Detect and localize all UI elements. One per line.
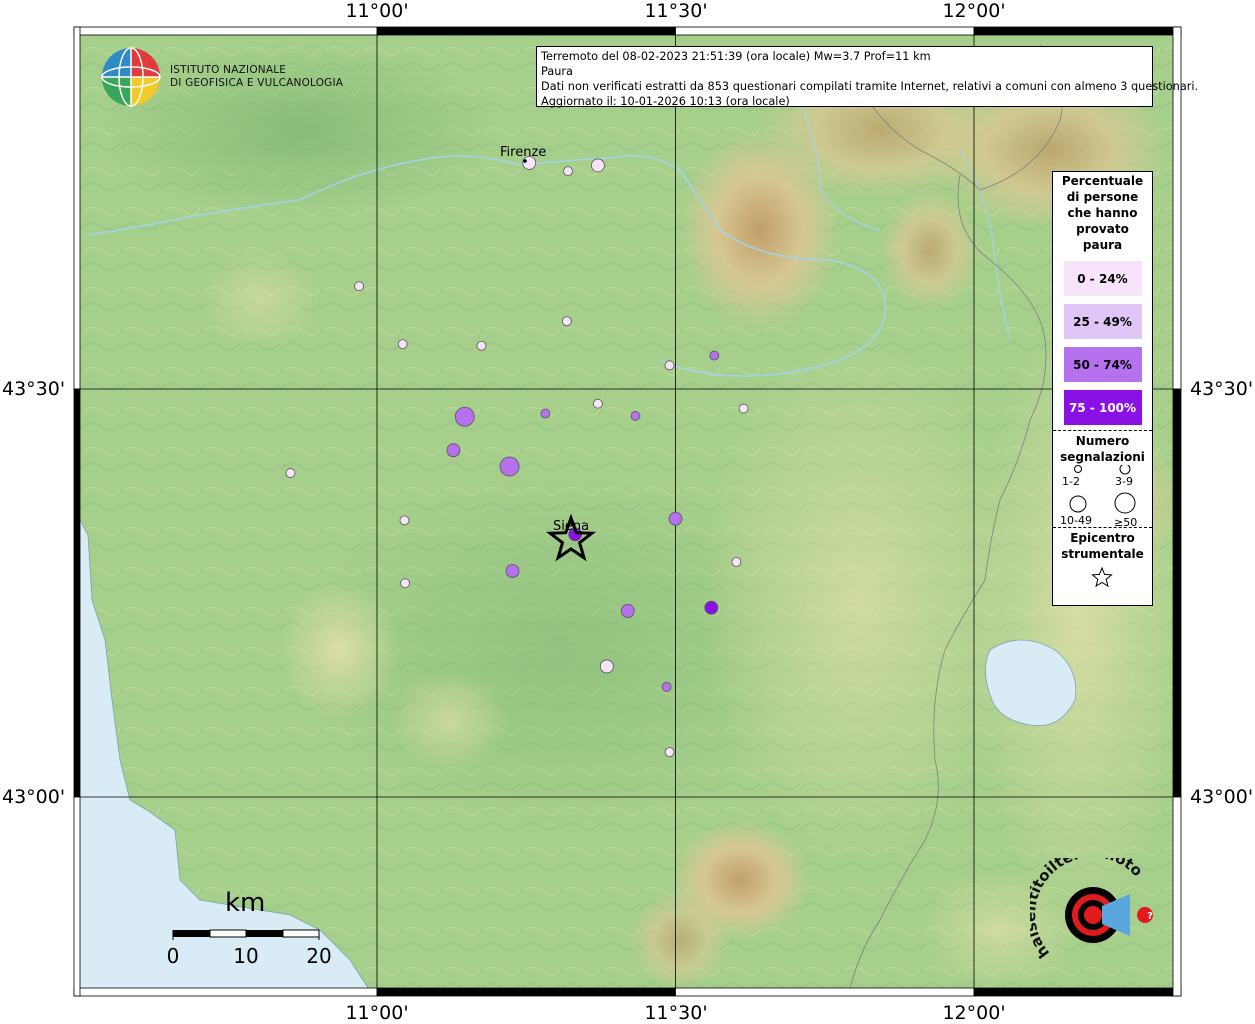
intensity-point <box>590 158 605 173</box>
intensity-point <box>285 468 296 478</box>
ingv-line1: ISTITUTO NAZIONALE <box>170 64 287 76</box>
intensity-point <box>476 340 487 351</box>
legend-size-title-line: Numero <box>1075 434 1130 448</box>
intensity-point <box>630 411 641 421</box>
lon-label-top-1100: 11°00' <box>345 0 409 22</box>
intensity-point <box>540 408 551 419</box>
intensity-point <box>709 350 720 361</box>
intensity-point <box>704 600 719 615</box>
legend-size-samples: 1-2 3-9 10-49 ≥50 <box>1053 465 1152 529</box>
ingv-logo-text: ISTITUTO NAZIONALE DI GEOFISICA E VULCAN… <box>170 64 343 90</box>
intensity-point <box>738 403 749 414</box>
intensity-point <box>400 578 410 589</box>
legend-class-50-74: 50 - 74% <box>1063 347 1142 382</box>
legend-size-title-line: segnalazioni <box>1060 450 1145 464</box>
place-label-siena: Siena <box>553 519 590 534</box>
legend-title: Percentuale di persone che hanno provato… <box>1053 173 1152 253</box>
lon-label-bottom-1130: 11°30' <box>644 1002 708 1024</box>
intensity-point <box>399 515 410 526</box>
haisentito-logo: ? haisentitoilterremoto.it www. <box>1030 858 1153 962</box>
intensity-point <box>505 564 520 578</box>
frame-segment-top <box>973 26 1182 36</box>
intensity-point <box>592 398 603 409</box>
lat-label-right-4330: 43°30' <box>1190 378 1254 400</box>
intensity-point <box>446 443 461 458</box>
frame-segment-right <box>1172 796 1182 997</box>
legend-size-label: 10-49 <box>1060 514 1092 527</box>
intensity-point <box>731 557 742 567</box>
legend-size-title: Numero segnalazioni <box>1053 433 1152 465</box>
intensity-point <box>599 659 614 674</box>
intensity-point <box>397 339 408 350</box>
ingv-line2: DI GEOFISICA E VULCANOLOGIA <box>170 77 344 89</box>
legend-class-0-24: 0 - 24% <box>1063 261 1142 296</box>
frame-segment-top <box>73 26 378 36</box>
legend-class-25-49: 25 - 49% <box>1063 304 1142 339</box>
frame-segment-bottom <box>376 987 676 997</box>
intensity-point <box>620 604 635 618</box>
intensity-point <box>664 360 675 371</box>
event-description: Terremoto del 08-02-2023 21:51:39 (ora l… <box>541 50 931 63</box>
legend-title-line: provato <box>1076 222 1129 236</box>
place-label-firenze: Firenze <box>500 145 547 160</box>
intensity-point <box>454 406 475 427</box>
frame-segment-left <box>73 388 81 798</box>
legend: Percentuale di persone che hanno provato… <box>1052 171 1153 606</box>
legend-star-icon <box>1091 566 1113 588</box>
frame-segment-right <box>1172 388 1182 798</box>
legend-size-label: ≥50 <box>1114 516 1138 529</box>
scale-unit: km <box>225 888 266 918</box>
legend-title-line: Percentuale <box>1061 174 1144 188</box>
frame-segment-top <box>376 26 676 36</box>
intensity-point <box>661 681 672 692</box>
terrain <box>80 35 1173 988</box>
legend-title-line: di persone <box>1066 190 1139 204</box>
lat-label-left-4300: 43°00' <box>2 786 66 808</box>
frame-segment-bottom <box>73 987 378 997</box>
intensity-point <box>664 747 675 758</box>
lon-label-bottom-1200: 12°00' <box>942 1002 1006 1024</box>
svg-text:?: ? <box>1147 911 1153 922</box>
frame-segment-left <box>73 796 81 997</box>
legend-class-75-100: 75 - 100% <box>1063 390 1142 425</box>
scale-label-0: 0 <box>166 944 180 968</box>
legend-epicenter-title-line: strumentale <box>1061 547 1144 561</box>
legend-title-line: che hanno <box>1067 206 1138 220</box>
data-disclaimer: Dati non verificati estratti da 853 ques… <box>541 80 1199 93</box>
legend-title-line: paura <box>1082 238 1123 252</box>
frame-segment-bottom <box>675 987 975 997</box>
frame-segment-left <box>73 26 81 390</box>
legend-epicenter-title: Epicentro strumentale <box>1053 530 1152 562</box>
legend-divider <box>1053 430 1152 431</box>
frame-segment-top <box>675 26 975 36</box>
intensity-point <box>668 511 683 526</box>
event-info-box: Terremoto del 08-02-2023 21:51:39 (ora l… <box>536 46 1199 108</box>
legend-size-label: 1-2 <box>1062 475 1080 488</box>
lon-label-bottom-1100: 11°00' <box>345 1002 409 1024</box>
scale-label-10: 10 <box>233 944 259 968</box>
lat-label-right-4300: 43°00' <box>1190 786 1254 808</box>
legend-size-label: 3-9 <box>1115 475 1133 488</box>
ingv-logo-globe <box>101 47 161 107</box>
intensity-point <box>563 166 573 177</box>
map-parameter: Paura <box>541 65 573 78</box>
lon-label-top-1130: 11°30' <box>644 0 708 22</box>
lon-label-top-1200: 12°00' <box>942 0 1006 22</box>
legend-epicenter-title-line: Epicentro <box>1070 531 1135 545</box>
intensity-point <box>561 316 572 327</box>
lat-label-left-4330: 43°30' <box>2 378 66 400</box>
intensity-point <box>354 281 364 292</box>
update-time: Aggiornato il: 10-01-2026 10:13 (ora loc… <box>541 95 790 108</box>
intensity-point <box>499 456 520 477</box>
scale-label-20: 20 <box>306 944 332 968</box>
frame-segment-bottom <box>973 987 1182 997</box>
